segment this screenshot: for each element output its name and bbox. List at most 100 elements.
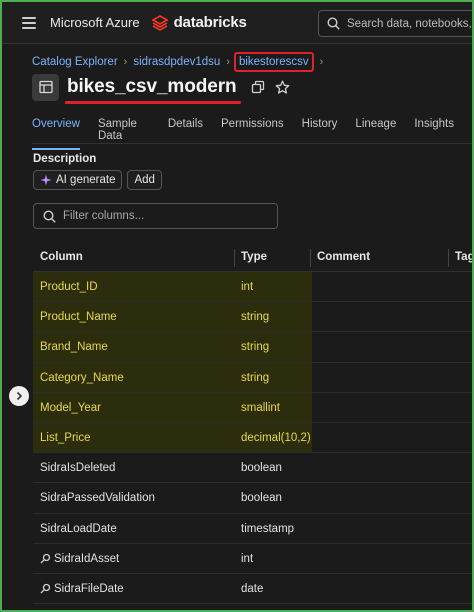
table-row[interactable]: SidraFileDate date — [33, 574, 472, 605]
column-type: int — [241, 281, 254, 293]
databricks-wordmark: databricks — [173, 14, 247, 31]
table-row[interactable]: List_Price decimal(10,2) — [33, 422, 472, 454]
column-type: boolean — [241, 492, 282, 505]
breadcrumb-catalog[interactable]: sidrasdpdev1dsu — [133, 56, 220, 68]
copy-icon[interactable] — [251, 80, 265, 94]
column-name: SidraIdAsset — [54, 552, 120, 565]
tab-bar: Overview Sample Data Details Permissions… — [32, 118, 472, 150]
description-label: Description — [33, 153, 97, 165]
ai-generate-label: AI generate — [56, 174, 116, 186]
column-type: boolean — [241, 462, 282, 475]
column-divider — [310, 249, 311, 267]
header-column[interactable]: Column — [40, 251, 83, 263]
column-name-cell: SidraFileDate — [40, 583, 124, 595]
databricks-logo[interactable]: databricks — [151, 14, 247, 31]
key-icon — [40, 584, 51, 594]
top-bar: Microsoft Azure databricks — [2, 2, 472, 44]
menu-icon[interactable] — [22, 16, 36, 29]
column-name: SidraFileDate — [54, 582, 124, 595]
table-row[interactable]: Brand_Name string — [33, 332, 472, 363]
chevron-right-icon: › — [226, 56, 230, 68]
breadcrumb-schema[interactable]: bikestorescsv — [233, 52, 314, 72]
table-header: Column Type Comment Tags — [33, 245, 472, 272]
tab-lineage[interactable]: Lineage — [355, 118, 396, 150]
column-name: SidraLoadDate — [40, 522, 117, 535]
sparkle-icon — [40, 174, 52, 186]
column-name-cell: Product_ID — [40, 281, 98, 293]
page-header: bikes_csv_modern — [32, 72, 290, 104]
filter-columns[interactable] — [33, 203, 278, 229]
table-row[interactable]: SidraPassedValidation boolean — [33, 483, 472, 514]
column-type: string — [241, 311, 270, 324]
column-name: SidraIsDeleted — [40, 462, 116, 475]
title-actions — [251, 80, 290, 95]
header-comment[interactable]: Comment — [317, 251, 370, 263]
column-name-cell: SidraIsDeleted — [40, 462, 115, 474]
column-type: date — [241, 582, 264, 595]
table-row[interactable]: SidraLoadDate timestamp — [33, 514, 472, 544]
table-row[interactable]: Category_Name string — [33, 362, 472, 393]
column-name: Product_Name — [40, 311, 117, 324]
add-description-button[interactable]: Add — [127, 170, 162, 190]
tab-details[interactable]: Details — [168, 118, 203, 150]
description-actions: AI generate Add — [33, 170, 162, 190]
chevron-right-icon: › — [319, 56, 324, 68]
tab-sample-data[interactable]: Sample Data — [98, 118, 150, 150]
global-search[interactable] — [318, 10, 472, 37]
table-row[interactable]: SidraIsDeleted boolean — [33, 453, 472, 484]
tab-permissions[interactable]: Permissions — [221, 118, 284, 150]
azure-brand: Microsoft Azure — [50, 15, 140, 30]
table-row[interactable]: SidraIdAsset int — [33, 544, 472, 574]
search-input[interactable] — [347, 17, 472, 30]
column-type: smallint — [241, 401, 280, 414]
column-name: SidraPassedValidation — [40, 492, 155, 505]
databricks-logo-icon — [151, 14, 168, 31]
add-description-label: Add — [134, 174, 155, 186]
tab-insights[interactable]: Insights — [414, 118, 454, 150]
column-name: List_Price — [40, 431, 91, 444]
header-type[interactable]: Type — [241, 251, 267, 263]
chevron-right-icon: › — [123, 56, 128, 68]
annotation-underline — [65, 101, 241, 104]
tab-divider — [32, 143, 472, 144]
table-icon — [32, 73, 59, 101]
chevron-right-icon — [16, 391, 23, 401]
column-type: int — [241, 552, 254, 565]
table-row[interactable]: Product_Name string — [33, 302, 472, 333]
key-icon — [40, 554, 51, 564]
header-tags[interactable]: Tags — [455, 251, 472, 263]
column-divider — [448, 249, 449, 267]
column-name: Category_Name — [40, 371, 124, 384]
search-icon — [327, 17, 340, 30]
column-name-cell: Model_Year — [40, 402, 101, 414]
breadcrumb: Catalog Explorer › sidrasdpdev1dsu › bik… — [32, 52, 323, 72]
column-name-cell: SidraIdAsset — [40, 553, 119, 565]
page-title-text: bikes_csv_modern — [67, 76, 237, 97]
breadcrumb-catalog-explorer[interactable]: Catalog Explorer — [32, 56, 118, 68]
table-row[interactable]: Product_ID int — [33, 272, 472, 303]
tab-history[interactable]: History — [302, 118, 338, 150]
column-divider — [234, 249, 235, 267]
table-row[interactable]: Model_Year smallint — [33, 392, 472, 423]
tab-overview[interactable]: Overview — [32, 118, 80, 150]
column-name-cell: Product_Name — [40, 311, 117, 323]
star-icon[interactable] — [275, 80, 290, 95]
page-title: bikes_csv_modern — [65, 76, 241, 104]
column-name-cell: SidraPassedValidation — [40, 492, 155, 504]
expand-sidebar-button[interactable] — [9, 386, 29, 406]
column-name-cell: Brand_Name — [40, 341, 108, 353]
table-body: Product_ID int Product_Name string Brand_Nam… — [33, 272, 472, 605]
columns-table: Column Type Comment Tags Product_IDintPr… — [33, 245, 472, 605]
column-name: Brand_Name — [40, 341, 108, 354]
column-name: Product_ID — [40, 281, 98, 293]
app-window: Microsoft Azure databricks Catalog Explo… — [0, 0, 474, 612]
ai-generate-button[interactable]: AI generate — [33, 170, 123, 190]
column-name-cell: SidraLoadDate — [40, 523, 117, 535]
column-type: string — [241, 341, 270, 354]
column-type: string — [241, 371, 270, 384]
search-icon — [43, 209, 56, 223]
filter-columns-input[interactable] — [63, 210, 263, 222]
column-type: timestamp — [241, 522, 295, 535]
column-type: decimal(10,2) — [241, 431, 311, 444]
column-name-cell: List_Price — [40, 432, 91, 444]
